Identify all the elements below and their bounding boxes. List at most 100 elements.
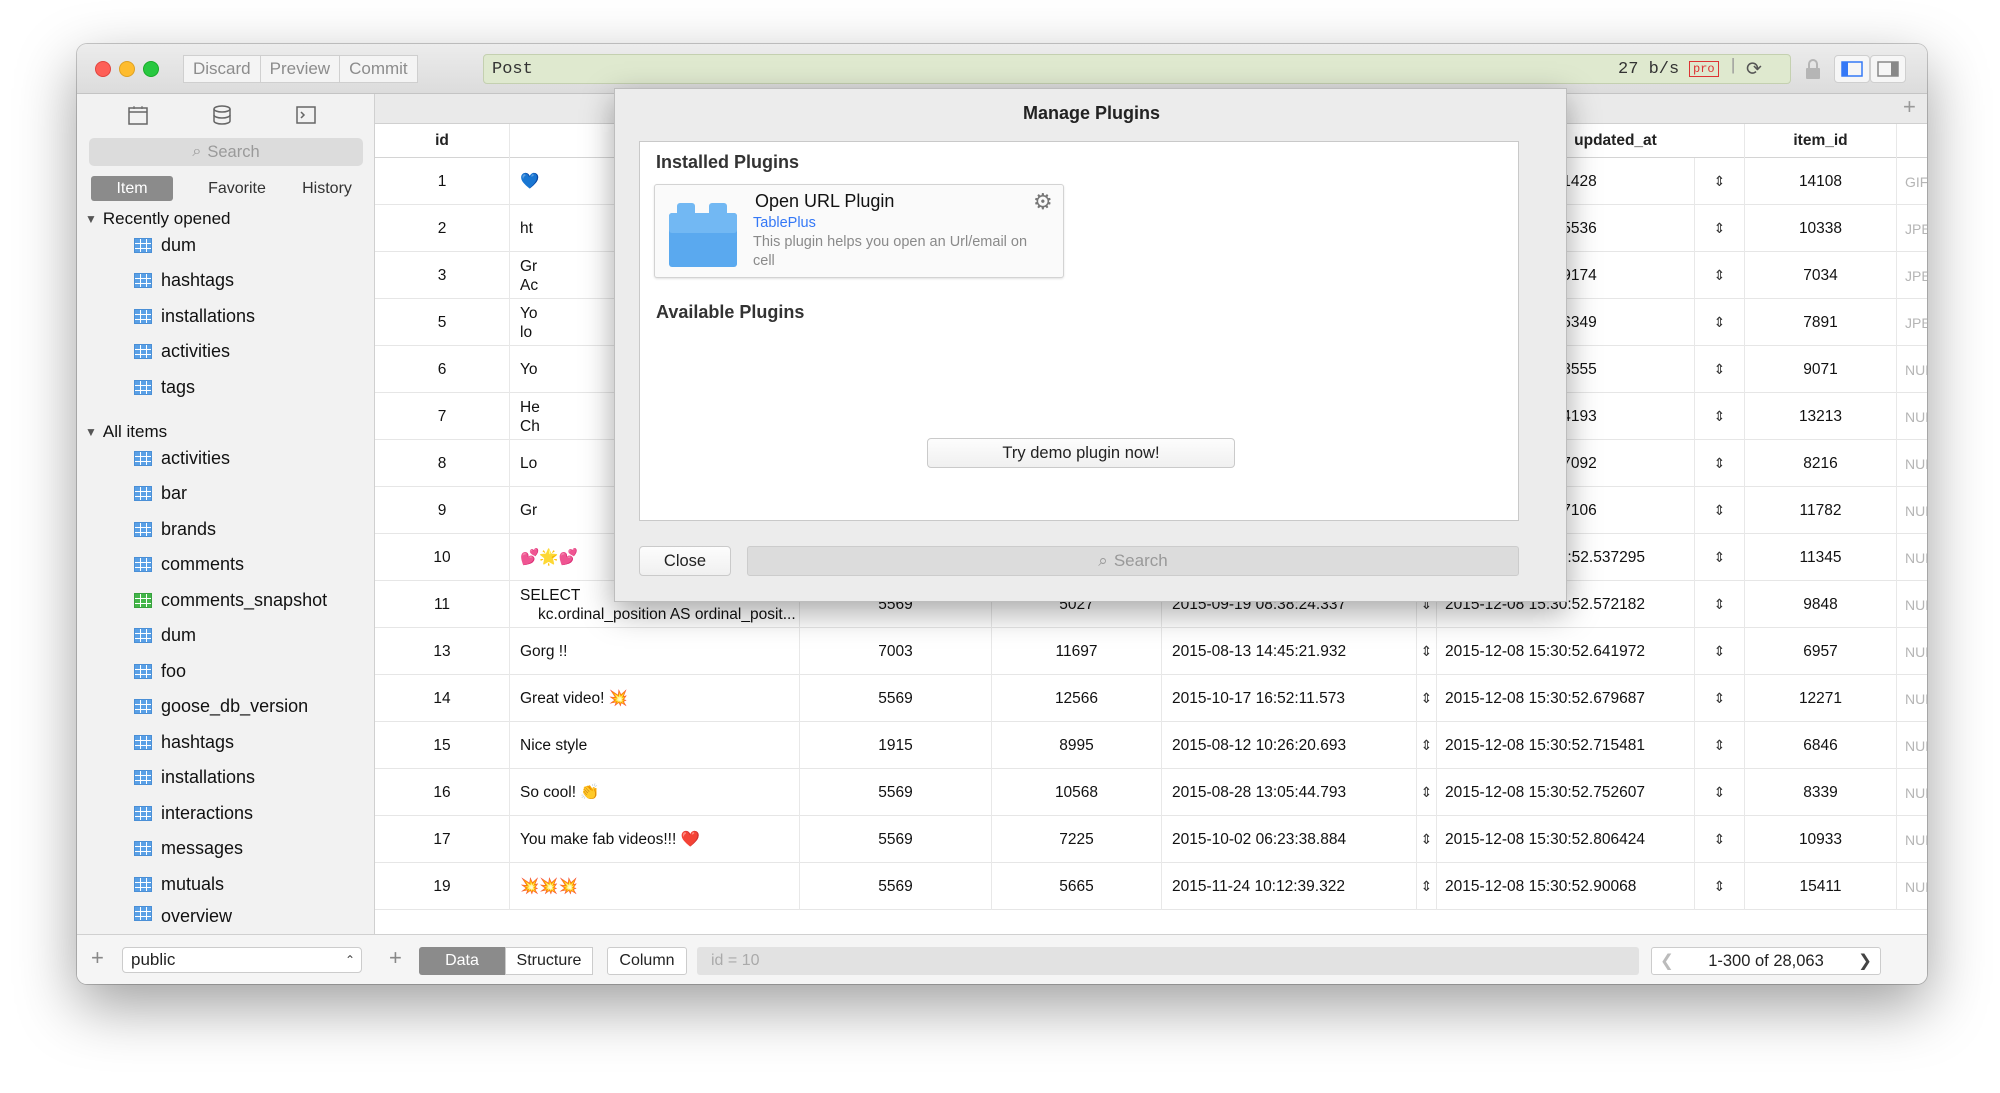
stepper-icon[interactable]: ⇕	[1695, 816, 1745, 863]
cell-item[interactable]: 11345	[1745, 534, 1897, 581]
cell-att[interactable]: JPEG - 33 KB	[1897, 205, 1927, 252]
cell-cr[interactable]: 2015-08-28 13:05:44.793	[1162, 769, 1417, 816]
sidebar-item-goose-db-version[interactable]: goose_db_version	[77, 689, 375, 724]
database-icon[interactable]	[211, 104, 233, 131]
plugin-search-input[interactable]: ⌕ Search	[747, 546, 1519, 576]
data-tab[interactable]: Data	[419, 947, 505, 975]
cell-item[interactable]: 14108	[1745, 158, 1897, 205]
zoom-window-icon[interactable]	[143, 61, 159, 77]
sidebar-item-mutuals[interactable]: mutuals	[77, 867, 375, 902]
cell-att[interactable]: NULL	[1897, 675, 1927, 722]
cell-att[interactable]: NULL	[1897, 487, 1927, 534]
cell-item[interactable]: 6957	[1745, 628, 1897, 675]
stepper-icon[interactable]: ⇕	[1417, 722, 1437, 769]
minimize-window-icon[interactable]	[119, 61, 135, 77]
console-icon[interactable]	[295, 104, 317, 131]
cell-item[interactable]: 8339	[1745, 769, 1897, 816]
sidebar-item-dum[interactable]: dum	[77, 618, 375, 653]
cell-id[interactable]: 8	[375, 440, 510, 487]
cell-c[interactable]: 💥💥💥	[510, 863, 800, 910]
cell-att[interactable]: JPEG - 74 KB	[1897, 299, 1927, 346]
gear-icon[interactable]: ⚙	[1033, 189, 1053, 215]
cell-item[interactable]: 13213	[1745, 393, 1897, 440]
cell-cr[interactable]: 2015-10-17 16:52:11.573	[1162, 675, 1417, 722]
toggle-right-panel-icon[interactable]	[1870, 55, 1906, 83]
items-tab-icon[interactable]	[127, 104, 149, 131]
cell-i[interactable]: 8995	[992, 722, 1162, 769]
sidebar-item-tags[interactable]: tags	[77, 370, 375, 405]
cell-item[interactable]: 15411	[1745, 863, 1897, 910]
stepper-icon[interactable]: ⇕	[1695, 581, 1745, 628]
plugin-author[interactable]: TablePlus	[753, 215, 816, 231]
sidebar-item-interactions[interactable]: interactions	[77, 796, 375, 831]
tab-favorite[interactable]: Favorite	[187, 176, 287, 201]
cell-c[interactable]: Gorg !!	[510, 628, 800, 675]
cell-id[interactable]: 7	[375, 393, 510, 440]
tab-item[interactable]: Item	[91, 176, 173, 201]
table-row[interactable]: 19 💥💥💥 5569 5665 2015-11-24 10:12:39.322 ⇕ 201…	[375, 863, 1927, 910]
sidebar-item-dum[interactable]: dum	[77, 228, 375, 263]
cell-item[interactable]: 8216	[1745, 440, 1897, 487]
recently-opened-group[interactable]: ▼ Recently opened	[85, 209, 230, 229]
cell-item[interactable]: 7891	[1745, 299, 1897, 346]
refresh-icon[interactable]: ⟳	[1746, 58, 1762, 81]
close-button[interactable]: Close	[639, 546, 731, 576]
cell-att[interactable]: NULL	[1897, 440, 1927, 487]
cell-u[interactable]: 5569	[800, 863, 992, 910]
stepper-icon[interactable]: ⇕	[1695, 534, 1745, 581]
sidebar-item-messages[interactable]: messages	[77, 831, 375, 866]
next-page-icon[interactable]: ❯	[1858, 951, 1872, 971]
cell-u[interactable]: 1915	[800, 722, 992, 769]
stepper-icon[interactable]: ⇕	[1417, 675, 1437, 722]
sidebar-item-foo[interactable]: foo	[77, 654, 375, 689]
stepper-icon[interactable]: ⇕	[1695, 628, 1745, 675]
cell-item[interactable]: 7034	[1745, 252, 1897, 299]
sidebar-item-hashtags[interactable]: hashtags	[77, 263, 375, 298]
cell-item[interactable]: 9848	[1745, 581, 1897, 628]
column-header-attach[interactable]: attach	[1897, 124, 1927, 158]
cell-item[interactable]: 10338	[1745, 205, 1897, 252]
stepper-icon[interactable]: ⇕	[1695, 769, 1745, 816]
cell-up[interactable]: 2015-12-08 15:30:52.641972	[1437, 628, 1695, 675]
cell-up[interactable]: 2015-12-08 15:30:52.806424	[1437, 816, 1695, 863]
add-row-icon[interactable]: +	[389, 945, 402, 971]
stepper-icon[interactable]: ⇕	[1695, 863, 1745, 910]
cell-u[interactable]: 5569	[800, 769, 992, 816]
stepper-icon[interactable]: ⇕	[1695, 675, 1745, 722]
stepper-icon[interactable]: ⇕	[1417, 816, 1437, 863]
cell-up[interactable]: 2015-12-08 15:30:52.715481	[1437, 722, 1695, 769]
stepper-icon[interactable]: ⇕	[1695, 299, 1745, 346]
cell-id[interactable]: 1	[375, 158, 510, 205]
table-row[interactable]: 17 You make fab videos!!! ❤️ 5569 7225 2015-…	[375, 816, 1927, 863]
cell-att[interactable]: NULL	[1897, 628, 1927, 675]
structure-tab[interactable]: Structure	[505, 947, 593, 975]
sidebar-item-brands[interactable]: brands	[77, 512, 375, 547]
connection-status-bar[interactable]: Post 27 b/s pro | ⟳	[483, 54, 1791, 84]
cell-att[interactable]: NULL	[1897, 393, 1927, 440]
table-row[interactable]: 13 Gorg !! 7003 11697 2015-08-13 14:45:21.93…	[375, 628, 1927, 675]
close-window-icon[interactable]	[95, 61, 111, 77]
cell-att[interactable]: NULL	[1897, 581, 1927, 628]
cell-id[interactable]: 3	[375, 252, 510, 299]
cell-id[interactable]: 10	[375, 534, 510, 581]
cell-cr[interactable]: 2015-08-13 14:45:21.932	[1162, 628, 1417, 675]
sidebar-item-bar[interactable]: bar	[77, 476, 375, 511]
stepper-icon[interactable]: ⇕	[1417, 628, 1437, 675]
stepper-icon[interactable]: ⇕	[1695, 205, 1745, 252]
cell-id[interactable]: 15	[375, 722, 510, 769]
cell-c[interactable]: So cool! 👏	[510, 769, 800, 816]
sidebar-item-overview[interactable]: overview	[77, 902, 375, 922]
cell-id[interactable]: 6	[375, 346, 510, 393]
cell-item[interactable]: 10933	[1745, 816, 1897, 863]
cell-u[interactable]: 5569	[800, 816, 992, 863]
cell-item[interactable]: 9071	[1745, 346, 1897, 393]
cell-up[interactable]: 2015-12-08 15:30:52.679687	[1437, 675, 1695, 722]
sidebar-item-installations[interactable]: installations	[77, 760, 375, 795]
stepper-icon[interactable]: ⇕	[1417, 769, 1437, 816]
cell-up[interactable]: 2015-12-08 15:30:52.90068	[1437, 863, 1695, 910]
prev-page-icon[interactable]: ❮	[1660, 951, 1674, 971]
table-row[interactable]: 16 So cool! 👏 5569 10568 2015-08-28 13:05:44…	[375, 769, 1927, 816]
toggle-sidebar-icon[interactable]	[1834, 55, 1870, 83]
cell-cr[interactable]: 2015-10-02 06:23:38.884	[1162, 816, 1417, 863]
stepper-icon[interactable]: ⇕	[1695, 487, 1745, 534]
